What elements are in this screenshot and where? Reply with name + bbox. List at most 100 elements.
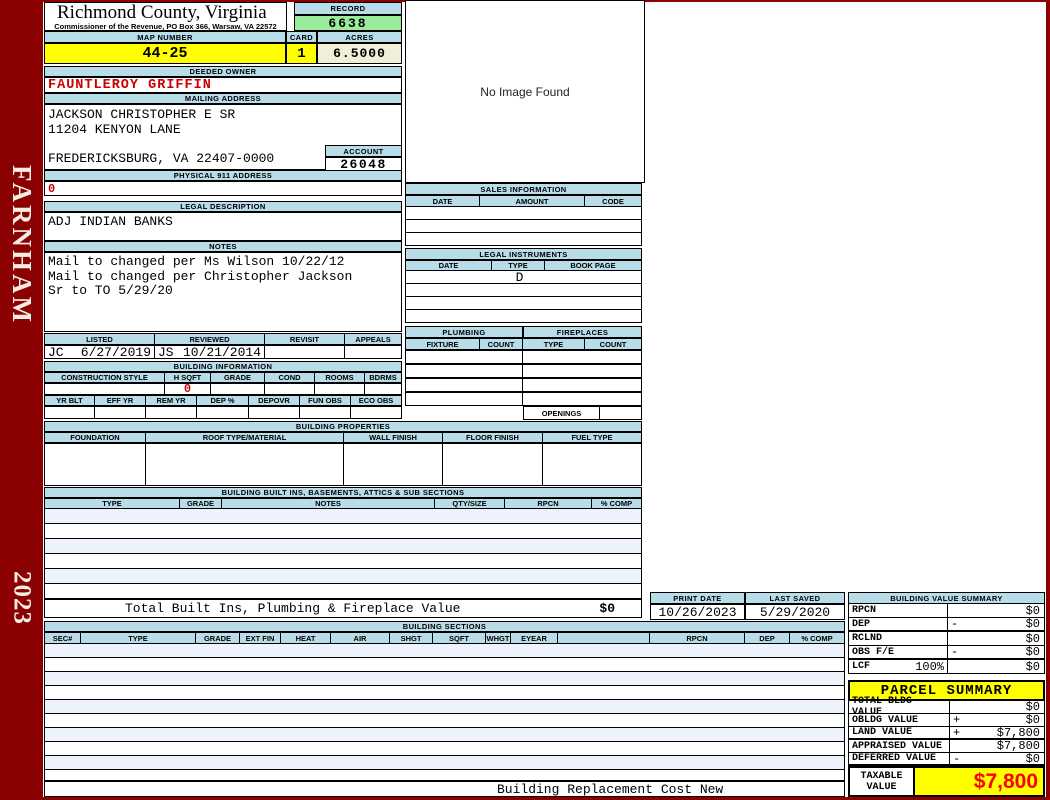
building-section-row	[44, 714, 845, 728]
bi-rpcn-header: RPCN	[505, 498, 592, 509]
reviewed-date: 10/21/2014	[182, 345, 261, 359]
building-section-row	[44, 770, 845, 781]
sales-row	[405, 233, 642, 246]
remyr-value	[146, 406, 197, 419]
bvs-rpcn-label: RPCN	[848, 604, 948, 618]
fireplace-type-header: TYPE	[523, 338, 585, 350]
bvs-rpcn-value: $0	[1025, 603, 1040, 618]
bvs-row-obs: OBS F/E - $0	[848, 645, 1045, 660]
legal-description-label: LEGAL DESCRIPTION	[44, 201, 402, 212]
deferred-value-label: DEFERRED VALUE	[848, 753, 950, 766]
plumbing-fireplace-row	[405, 364, 642, 378]
footer-text: Building Replacement Cost New	[497, 782, 724, 797]
last-saved-label: LAST SAVED	[745, 592, 845, 604]
land-value: $7,800	[996, 725, 1040, 740]
print-date-label: PRINT DATE	[650, 592, 745, 604]
plumbing-fireplace-row	[405, 378, 642, 392]
land-value-op: +	[953, 725, 961, 740]
bvs-dep-op: -	[951, 617, 959, 631]
footer-row: Building Replacement Cost New	[44, 781, 845, 797]
openings-value	[600, 406, 642, 420]
yrblt-header: YR BLT	[44, 395, 95, 406]
building-properties-label: BUILDING PROPERTIES	[44, 421, 642, 432]
building-info-header-row-2: YR BLT EFF YR REM YR DEP % DEPOVR FUN OB…	[44, 395, 402, 406]
map-number-value: 44-25	[44, 43, 286, 64]
building-section-row	[44, 728, 845, 742]
fireplace-cell	[523, 350, 642, 364]
bs-rpcn-header: RPCN	[650, 632, 745, 644]
building-value-summary-label: BUILDING VALUE SUMMARY	[848, 592, 1045, 604]
cond-value	[265, 383, 315, 395]
taxable-value-label: TAXABLE VALUE	[848, 766, 915, 797]
legal-instrument-row	[405, 310, 642, 323]
yrblt-value	[44, 406, 95, 419]
built-ins-row	[44, 554, 642, 569]
plumbing-count-header: COUNT	[480, 338, 523, 350]
parcel-row-deferred: DEFERRED VALUE - $0	[848, 752, 1045, 766]
bs-whgt-header: WHGT	[486, 632, 511, 644]
deppct-header: DEP %	[197, 395, 249, 406]
remyr-header: REM YR	[146, 395, 197, 406]
wall-finish-value	[344, 443, 443, 486]
legal-description-value: ADJ INDIAN BANKS	[44, 212, 402, 241]
bvs-lcf-value: $0	[1025, 659, 1040, 674]
bvs-row-lcf: LCF 100% $0	[848, 660, 1045, 674]
reviewed-header: REVIEWED	[155, 333, 265, 345]
bs-spacer-header	[558, 632, 650, 644]
fireplaces-label: FIREPLACES	[523, 326, 642, 338]
depovr-header: DEPOVR	[249, 395, 300, 406]
reviewed-value: JS 10/21/2014	[155, 345, 265, 359]
openings-label: OPENINGS	[523, 406, 600, 420]
roof-value	[146, 443, 344, 486]
plumbing-cell	[405, 350, 523, 364]
taxable-label-line1: TAXABLE	[860, 770, 903, 782]
hsqft-header: H SQFT	[165, 372, 211, 383]
roof-header: ROOF TYPE/MATERIAL	[146, 432, 344, 443]
building-info-value-row-1: 0	[44, 383, 402, 395]
deeded-owner-value: FAUNTLEROY GRIFFIN	[44, 77, 402, 93]
bvs-rclnd-label: RCLND	[848, 632, 948, 646]
bs-heat-header: HEAT	[281, 632, 331, 644]
built-ins-row	[44, 569, 642, 584]
bvs-row-rpcn: RPCN $0	[848, 604, 1045, 618]
revisit-value	[265, 345, 345, 359]
openings-row: OPENINGS	[523, 406, 642, 420]
building-section-row	[44, 658, 845, 672]
bvs-obs-label: OBS F/E	[848, 646, 948, 660]
building-section-row	[44, 756, 845, 770]
building-sections-label: BUILDING SECTIONS	[44, 621, 845, 632]
built-ins-header-row: TYPE GRADE NOTES QTY/SIZE RPCN % COMP	[44, 498, 642, 509]
card-value: 1	[286, 43, 317, 64]
total-bldg-value-label: TOTAL BLDG VALUE	[848, 696, 950, 718]
depovr-value	[249, 406, 300, 419]
cond-header: COND	[265, 372, 315, 383]
legal-instrument-row	[405, 284, 642, 297]
review-header-row: LISTED REVIEWED REVISIT APPEALS	[44, 333, 402, 345]
bs-comp-header: % COMP	[790, 632, 845, 644]
building-properties-header-row: FOUNDATION ROOF TYPE/MATERIAL WALL FINIS…	[44, 432, 642, 443]
print-date-value: 10/26/2023	[650, 604, 745, 620]
appraised-value-label: APPRAISED VALUE	[848, 740, 950, 753]
appeals-value	[345, 345, 402, 359]
fixture-header: FIXTURE	[405, 338, 480, 350]
fireplace-cell	[523, 364, 642, 378]
sales-header-row: DATE AMOUNT CODE	[405, 195, 642, 207]
bdrms-header: BDRMS	[365, 372, 402, 383]
bvs-dep-label: DEP	[848, 618, 948, 632]
parcel-row-taxable: TAXABLE VALUE $7,800	[848, 766, 1045, 797]
built-ins-total-row: Total Built Ins, Plumbing & Fireplace Va…	[44, 599, 642, 618]
building-information-label: BUILDING INFORMATION	[44, 361, 402, 372]
plumbing-cell	[405, 378, 523, 392]
taxable-value: $7,800	[915, 766, 1045, 797]
li-bookpage-header: BOOK PAGE	[545, 260, 642, 271]
bvs-row-dep: DEP - $0	[848, 617, 1045, 632]
fuel-type-header: FUEL TYPE	[543, 432, 642, 443]
grade-value	[211, 383, 265, 395]
county-title-box: Richmond County, Virginia Commissioner o…	[44, 2, 287, 31]
plumbing-cell	[405, 392, 523, 406]
plumbing-fireplace-row	[405, 392, 642, 406]
notes-label: NOTES	[44, 241, 402, 252]
plumbing-fireplaces-header-row: FIXTURE COUNT TYPE COUNT	[405, 338, 642, 350]
notes-block: Mail to changed per Ms Wilson 10/22/12 M…	[44, 252, 402, 332]
plumbing-cell	[405, 364, 523, 378]
